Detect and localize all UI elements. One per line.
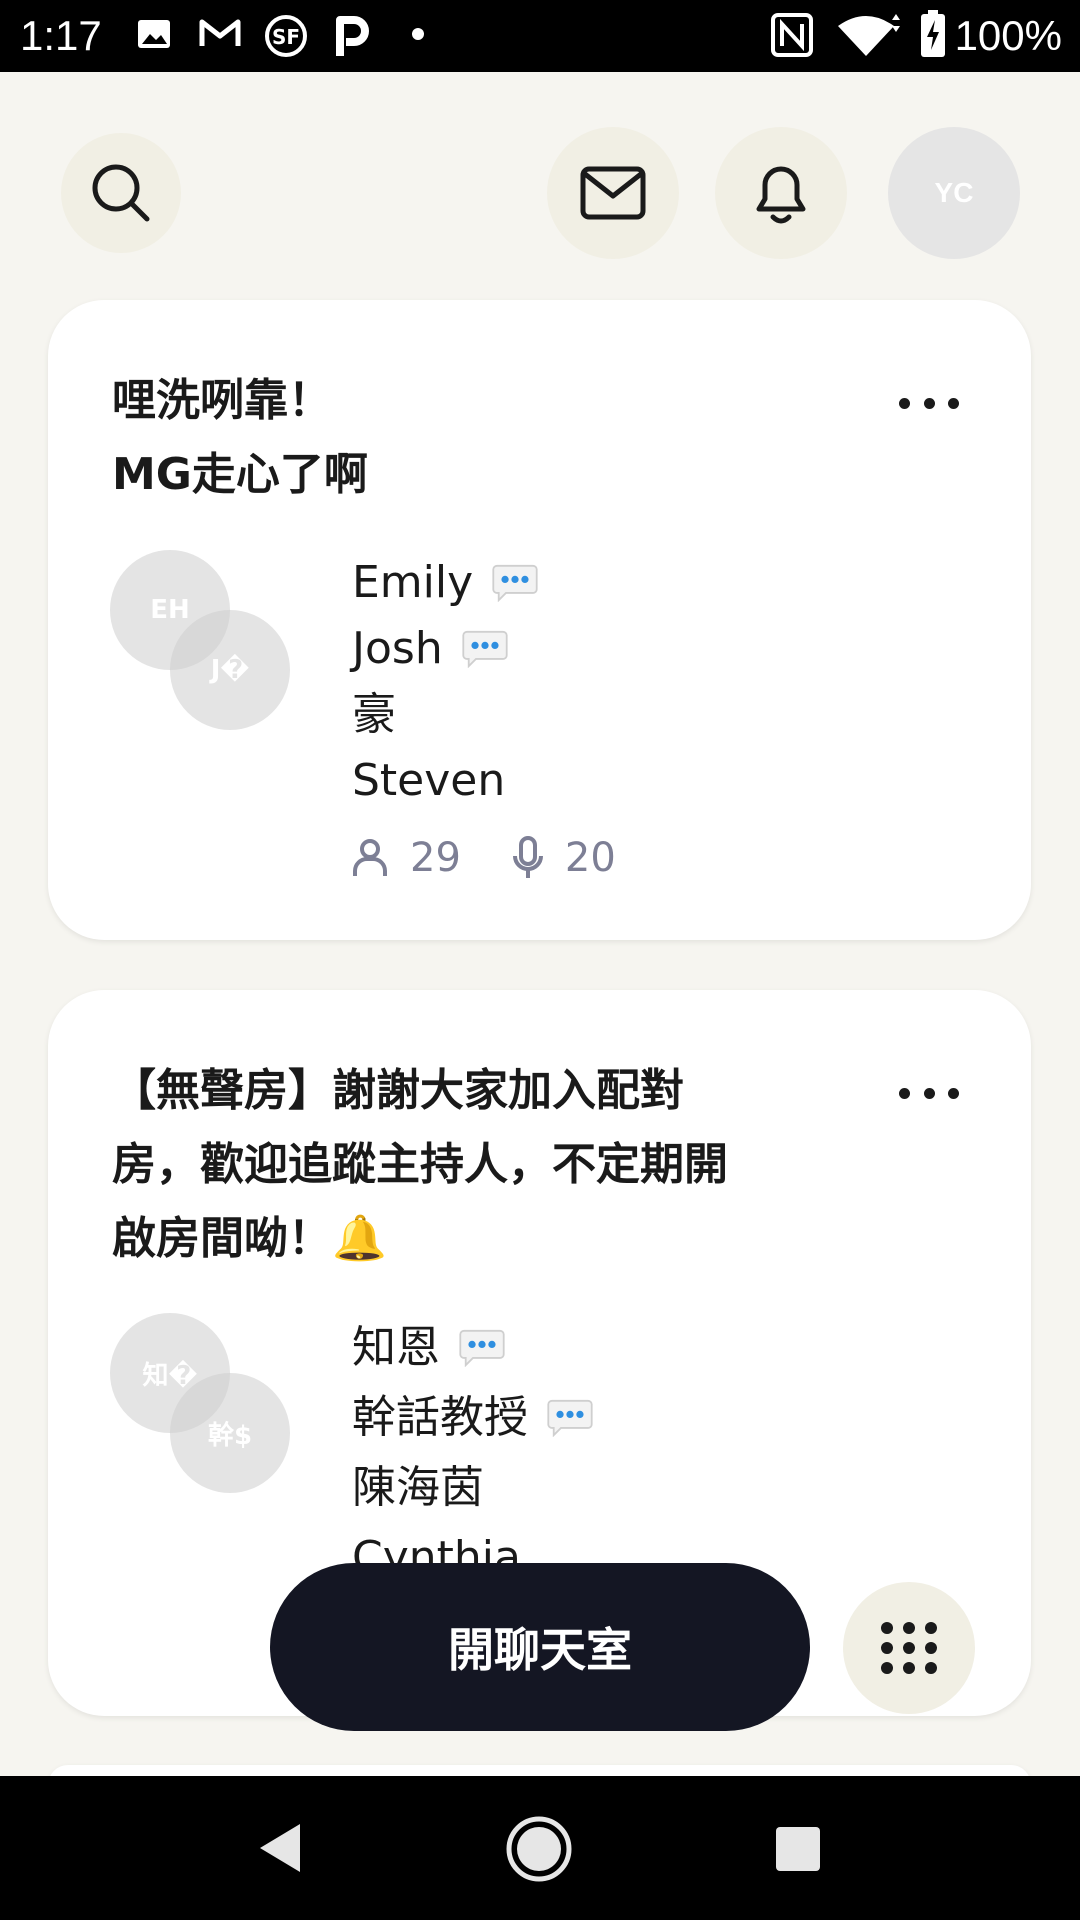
avatar: J� — [170, 610, 290, 730]
speaking-bubble-icon — [492, 564, 538, 602]
room-stats: 29 20 — [352, 835, 668, 881]
speaker-list: Emily Josh 豪 Steven — [352, 550, 541, 814]
speaking-bubble-icon — [459, 1329, 505, 1367]
start-room-button[interactable]: 開聊天室 — [270, 1563, 810, 1731]
search-button[interactable] — [61, 133, 181, 253]
room-title: 哩洗咧靠！ MG走心了啊 — [112, 375, 368, 500]
grid-menu-button[interactable] — [843, 1582, 975, 1714]
speaker-item: 豪 — [352, 682, 541, 748]
back-icon[interactable] — [254, 1820, 304, 1876]
messages-button[interactable] — [547, 127, 679, 259]
speaker-name: Emily — [352, 557, 474, 608]
svg-text:SF: SF — [272, 25, 300, 49]
status-time: 1:17 — [20, 12, 102, 59]
speaking-bubble-icon — [547, 1399, 593, 1437]
battery-percentage: 100% — [954, 12, 1062, 59]
more-options-button[interactable] — [899, 1078, 959, 1108]
room-title: 【無聲房】謝謝大家加入配對 房，歡迎追蹤主持人，不定期開 啟房間呦！🔔 — [112, 1065, 728, 1264]
speaker-item: 知恩 — [352, 1313, 596, 1383]
avatar: 幹$ — [170, 1373, 290, 1493]
speaker-item: 幹話教授 — [352, 1383, 596, 1453]
speaker-count: 20 — [564, 835, 616, 881]
speaking-bubble-icon — [462, 630, 508, 668]
notifications-button[interactable] — [715, 127, 847, 259]
grid-icon — [881, 1622, 937, 1674]
speaker-name: 豪 — [352, 689, 396, 740]
dot-icon — [412, 28, 424, 40]
speaker-item: Steven — [352, 748, 541, 814]
speaker-list: 知恩 幹話教授 陳海茵 Cynthia — [352, 1313, 596, 1593]
speaker-name: 幹話教授 — [352, 1392, 528, 1443]
status-bar: 1:17 SF 100% — [0, 0, 1080, 72]
person-icon — [353, 839, 387, 876]
battery-icon — [921, 10, 945, 57]
system-nav-bar — [0, 1776, 1080, 1920]
recents-icon[interactable] — [775, 1826, 821, 1872]
home-icon[interactable] — [505, 1815, 573, 1883]
sf-app-icon: SF — [265, 15, 307, 57]
gmail-icon — [199, 19, 241, 46]
profile-avatar[interactable]: YC — [888, 127, 1020, 259]
speaker-name: 陳海茵 — [352, 1462, 484, 1513]
listener-count: 29 — [410, 835, 461, 881]
bell-icon — [756, 166, 806, 224]
speaker-item: Josh — [352, 616, 541, 682]
speaker-item: 陳海茵 — [352, 1453, 596, 1523]
search-icon — [92, 164, 150, 222]
more-options-button[interactable] — [899, 388, 959, 418]
nfc-icon — [771, 13, 813, 57]
microphone-icon — [512, 836, 543, 878]
speaker-name: 知恩 — [352, 1322, 440, 1373]
speaker-name: Steven — [352, 755, 506, 806]
speaker-item: Emily — [352, 550, 541, 616]
speaker-name: Josh — [352, 623, 443, 674]
p-app-icon — [336, 16, 369, 56]
room-card[interactable]: 哩洗咧靠！ MG走心了啊 EH J� Emily Josh 豪 Steven 2… — [48, 300, 1031, 940]
image-icon — [138, 20, 170, 48]
wifi-icon — [838, 14, 900, 56]
mail-icon — [580, 166, 646, 220]
